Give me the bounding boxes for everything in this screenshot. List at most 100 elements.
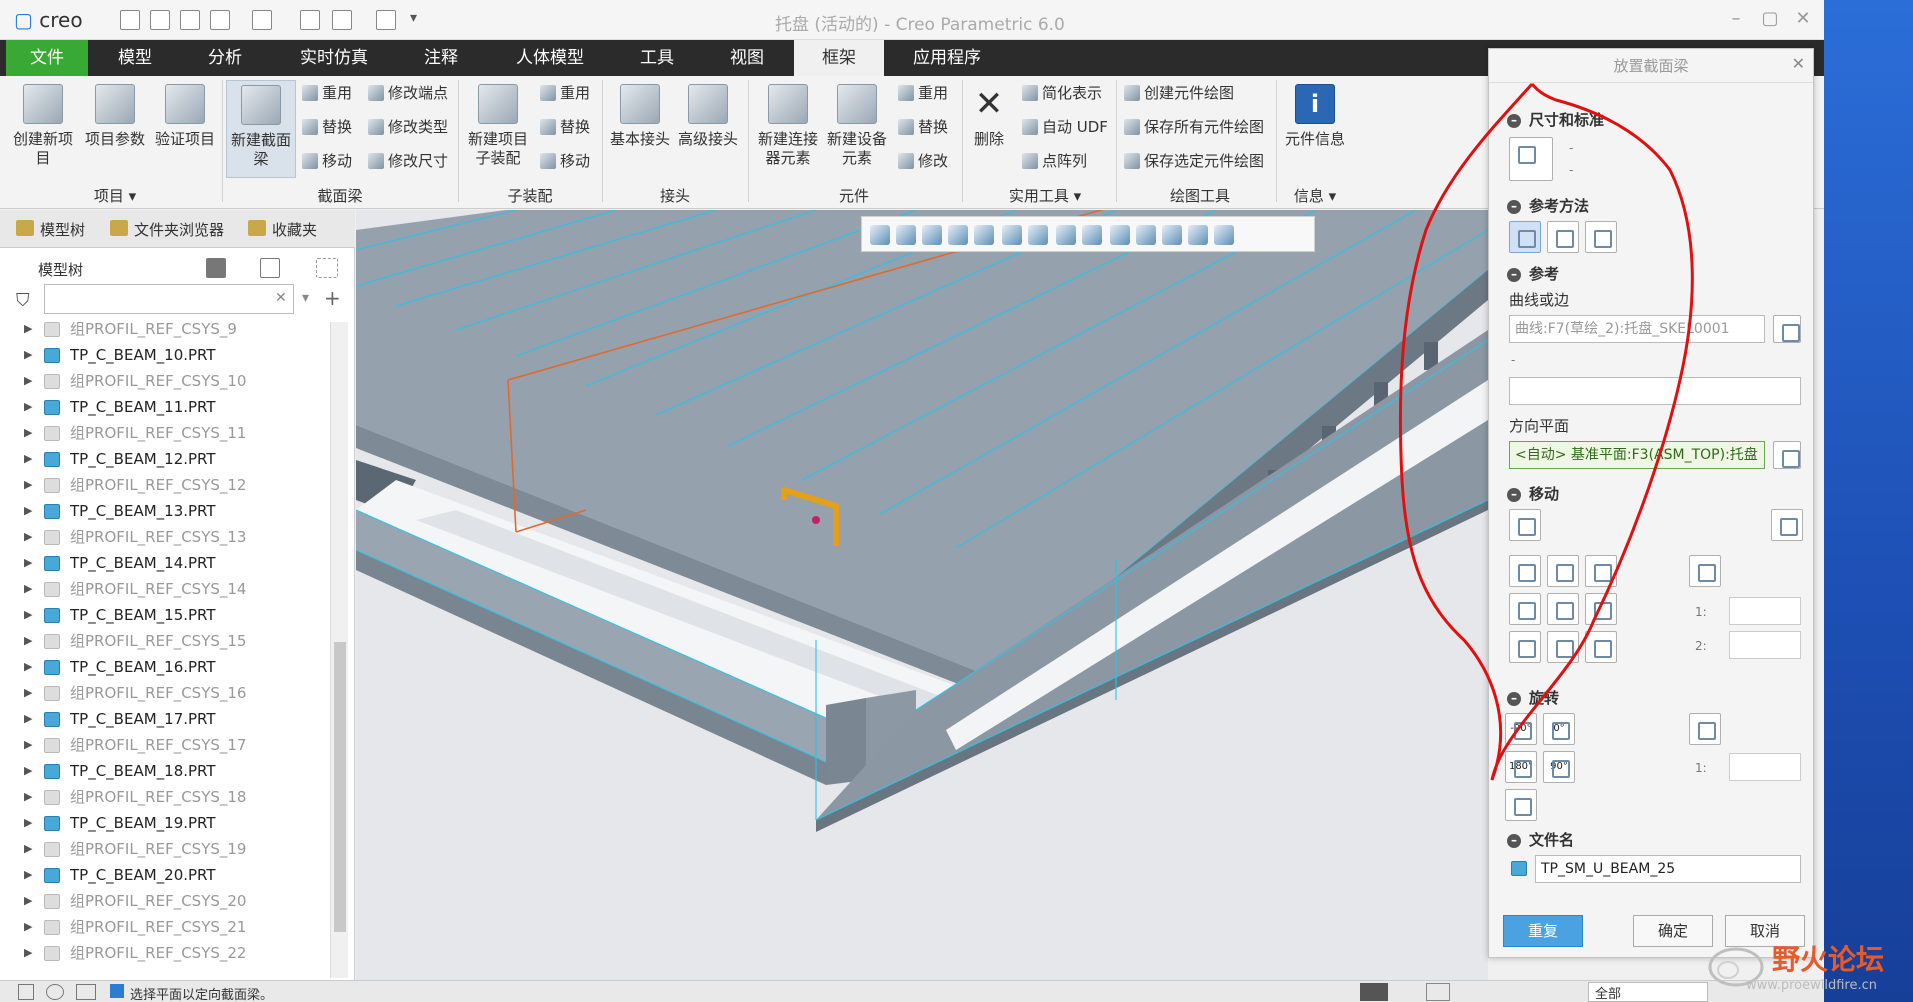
tab-live-simulation[interactable]: 实时仿真 bbox=[284, 40, 384, 76]
tree-item-part[interactable]: ▶ TP_C_BEAM_18.PRT bbox=[0, 758, 330, 784]
tree-item-part[interactable]: ▶ TP_C_BEAM_14.PRT bbox=[0, 550, 330, 576]
ok-button[interactable]: 确定 bbox=[1633, 915, 1713, 947]
comp-reuse-button[interactable]: 重用 bbox=[896, 82, 948, 104]
save-selected-drawings-button[interactable]: 保存选定元件绘图 bbox=[1122, 150, 1264, 172]
close-icon[interactable]: ✕ bbox=[1789, 8, 1817, 29]
tree-item-part[interactable]: ▶ TP_C_BEAM_16.PRT bbox=[0, 654, 330, 680]
expand-arrow-icon[interactable]: ▶ bbox=[24, 888, 32, 914]
tab-model[interactable]: 模型 bbox=[92, 40, 178, 76]
zoom-in-icon[interactable] bbox=[896, 225, 916, 245]
close-window-icon[interactable] bbox=[376, 10, 396, 30]
regenerate-icon[interactable] bbox=[300, 10, 320, 30]
tree-item-group[interactable]: ▶ 组PROFIL_REF_CSYS_12 bbox=[0, 472, 330, 498]
modify-endpoints-button[interactable]: 修改端点 bbox=[366, 82, 448, 104]
tree-item-group[interactable]: ▶ 组PROFIL_REF_CSYS_14 bbox=[0, 576, 330, 602]
expand-arrow-icon[interactable]: ▶ bbox=[24, 732, 32, 758]
tab-analysis[interactable]: 分析 bbox=[182, 40, 268, 76]
annotation-display-icon[interactable] bbox=[1136, 225, 1156, 245]
display-style-icon[interactable] bbox=[1002, 225, 1022, 245]
repeat-button[interactable]: 重复 bbox=[1503, 915, 1583, 947]
expand-arrow-icon[interactable]: ▶ bbox=[24, 602, 32, 628]
group-label-project[interactable]: 项目 ▾ bbox=[60, 185, 170, 206]
replace-button[interactable]: 替换 bbox=[300, 116, 352, 138]
customize-dropdown-icon[interactable]: ▾ bbox=[410, 10, 430, 30]
tree-settings-icon[interactable] bbox=[206, 258, 226, 278]
expand-arrow-icon[interactable]: ▶ bbox=[24, 550, 32, 576]
create-project-button[interactable]: 创建新项目 bbox=[6, 84, 80, 168]
save-icon[interactable] bbox=[180, 10, 200, 30]
expand-arrow-icon[interactable]: ▶ bbox=[24, 758, 32, 784]
expand-arrow-icon[interactable]: ▶ bbox=[24, 706, 32, 732]
new-subassembly-button[interactable]: 新建项目子装配 bbox=[462, 84, 534, 168]
simplified-rep-button[interactable]: 简化表示 bbox=[1020, 82, 1102, 104]
tree-item-part[interactable]: ▶ TP_C_BEAM_10.PRT bbox=[0, 342, 330, 368]
selection-filter-dropdown[interactable]: 全部 bbox=[1588, 982, 1708, 1002]
spin-center-icon[interactable] bbox=[974, 225, 994, 245]
filter-icon[interactable]: ⛉ bbox=[16, 290, 30, 311]
clear-search-icon[interactable]: ✕ bbox=[275, 290, 287, 306]
sub-reuse-button[interactable]: 重用 bbox=[538, 82, 590, 104]
tree-item-group[interactable]: ▶ 组PROFIL_REF_CSYS_16 bbox=[0, 680, 330, 706]
component-info-button[interactable]: i 元件信息 bbox=[1280, 84, 1350, 149]
expand-arrow-icon[interactable]: ▶ bbox=[24, 810, 32, 836]
group-label-info[interactable]: 信息 ▾ bbox=[1272, 185, 1358, 206]
tree-item-part[interactable]: ▶ TP_C_BEAM_13.PRT bbox=[0, 498, 330, 524]
dialog-close-icon[interactable]: ✕ bbox=[1792, 54, 1805, 73]
tab-tools[interactable]: 工具 bbox=[614, 40, 700, 76]
refit-icon[interactable] bbox=[870, 225, 890, 245]
sub-replace-button[interactable]: 替换 bbox=[538, 116, 590, 138]
expand-arrow-icon[interactable]: ▶ bbox=[24, 914, 32, 940]
status-grid-icon[interactable] bbox=[18, 984, 34, 1000]
expand-arrow-icon[interactable]: ▶ bbox=[24, 368, 32, 394]
expand-arrow-icon[interactable]: ▶ bbox=[24, 472, 32, 498]
datum-display-icon[interactable] bbox=[1110, 225, 1130, 245]
tree-item-part[interactable]: ▶ TP_C_BEAM_11.PRT bbox=[0, 394, 330, 420]
comp-modify-button[interactable]: 修改 bbox=[896, 150, 948, 172]
filename-field[interactable]: TP_SM_U_BEAM_25 bbox=[1535, 855, 1801, 883]
section-filename[interactable]: 文件名 bbox=[1507, 829, 1574, 850]
expand-arrow-icon[interactable]: ▶ bbox=[24, 498, 32, 524]
redo-icon[interactable] bbox=[252, 10, 272, 30]
zoom-out-icon[interactable] bbox=[922, 225, 942, 245]
tab-file[interactable]: 文件 bbox=[6, 40, 88, 76]
expand-arrow-icon[interactable]: ▶ bbox=[24, 680, 32, 706]
tab-annotate[interactable]: 注释 bbox=[396, 40, 486, 76]
move-button[interactable]: 移动 bbox=[300, 150, 352, 172]
selection-filter-icon[interactable] bbox=[1360, 983, 1388, 1001]
repaint-icon[interactable] bbox=[948, 225, 968, 245]
tree-item-group[interactable]: ▶ 组PROFIL_REF_CSYS_9 bbox=[0, 322, 330, 342]
undo-icon[interactable] bbox=[210, 10, 230, 30]
csys-display-icon[interactable] bbox=[1214, 225, 1234, 245]
add-icon[interactable]: + bbox=[324, 286, 341, 310]
basic-joint-button[interactable]: 基本接头 bbox=[606, 84, 674, 149]
save-all-drawings-button[interactable]: 保存所有元件绘图 bbox=[1122, 116, 1264, 138]
tree-item-part[interactable]: ▶ TP_C_BEAM_17.PRT bbox=[0, 706, 330, 732]
tree-columns-icon[interactable] bbox=[260, 258, 280, 278]
new-section-beam-button[interactable]: 新建截面梁 bbox=[226, 80, 296, 178]
expand-arrow-icon[interactable]: ▶ bbox=[24, 524, 32, 550]
expand-arrow-icon[interactable]: ▶ bbox=[24, 342, 32, 368]
expand-arrow-icon[interactable]: ▶ bbox=[24, 862, 32, 888]
modify-size-button[interactable]: 修改尺寸 bbox=[366, 150, 448, 172]
tree-filter-icon[interactable] bbox=[316, 258, 338, 278]
project-params-button[interactable]: 项目参数 bbox=[80, 84, 150, 149]
tab-framework[interactable]: 框架 bbox=[794, 40, 884, 76]
modify-type-button[interactable]: 修改类型 bbox=[366, 116, 448, 138]
expand-arrow-icon[interactable]: ▶ bbox=[24, 940, 32, 966]
expand-arrow-icon[interactable]: ▶ bbox=[24, 394, 32, 420]
windows-icon[interactable] bbox=[332, 10, 352, 30]
expand-arrow-icon[interactable]: ▶ bbox=[24, 446, 32, 472]
tree-item-part[interactable]: ▶ TP_C_BEAM_19.PRT bbox=[0, 810, 330, 836]
tree-item-part[interactable]: ▶ TP_C_BEAM_20.PRT bbox=[0, 862, 330, 888]
points-display-icon[interactable] bbox=[1188, 225, 1208, 245]
reuse-button[interactable]: 重用 bbox=[300, 82, 352, 104]
verify-project-button[interactable]: 验证项目 bbox=[150, 84, 220, 149]
tab-model-tree[interactable]: 模型树 bbox=[16, 219, 85, 240]
expand-arrow-icon[interactable]: ▶ bbox=[24, 654, 32, 680]
tab-applications[interactable]: 应用程序 bbox=[898, 40, 996, 76]
tree-item-group[interactable]: ▶ 组PROFIL_REF_CSYS_19 bbox=[0, 836, 330, 862]
expand-arrow-icon[interactable]: ▶ bbox=[24, 322, 32, 342]
new-file-icon[interactable] bbox=[120, 10, 140, 30]
tree-item-group[interactable]: ▶ 组PROFIL_REF_CSYS_21 bbox=[0, 914, 330, 940]
expand-arrow-icon[interactable]: ▶ bbox=[24, 836, 32, 862]
